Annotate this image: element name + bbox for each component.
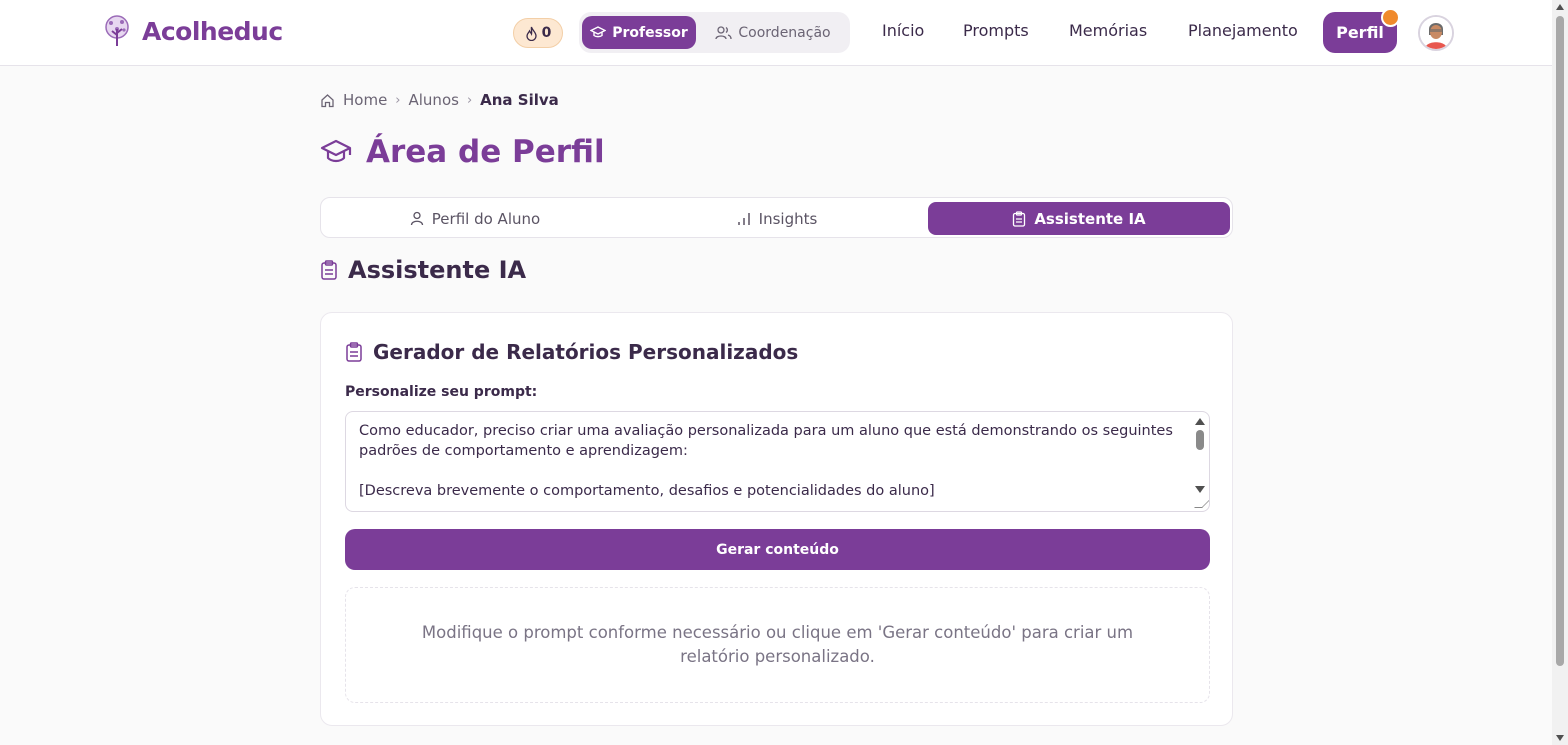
bar-chart-icon [737, 212, 750, 225]
users-icon [715, 25, 733, 39]
prompt-text-line: Como educador, preciso criar uma avaliaç… [359, 423, 1173, 459]
role-professor-button[interactable]: Professor [582, 16, 696, 49]
breadcrumb: Home › Alunos › Ana Silva [320, 91, 559, 109]
card-title-text: Gerador de Relatórios Personalizados [373, 340, 799, 364]
report-generator-card: Gerador de Relatórios Personalizados Per… [320, 312, 1233, 726]
chevron-right-icon: › [466, 92, 473, 108]
nav-memorias[interactable]: Memórias [1069, 21, 1147, 40]
top-header: Acolheduc 0 Professor Coordenação Início… [0, 0, 1552, 66]
tab-perfil-do-aluno[interactable]: Perfil do Aluno [325, 202, 625, 235]
nav-prompts[interactable]: Prompts [963, 21, 1029, 40]
clipboard-icon [346, 342, 362, 362]
chevron-right-icon: › [395, 92, 401, 108]
brand-logo[interactable]: Acolheduc [100, 13, 283, 49]
tab-label: Insights [758, 209, 818, 228]
clipboard-icon [321, 260, 337, 280]
tree-logo-icon [105, 15, 129, 46]
flame-icon [525, 26, 537, 41]
scroll-up-arrow-icon[interactable] [1556, 4, 1564, 10]
scroll-down-arrow-icon[interactable] [1195, 486, 1205, 493]
home-icon [321, 93, 334, 107]
result-placeholder-text: Modifique o prompt conforme necessário o… [421, 623, 1134, 666]
card-title: Gerador de Relatórios Personalizados [345, 340, 798, 364]
role-coordenacao-button[interactable]: Coordenação [703, 16, 843, 49]
user-avatar-icon [1420, 17, 1452, 49]
scroll-down-arrow-icon[interactable] [1556, 735, 1564, 741]
scroll-thumb[interactable] [1196, 430, 1204, 450]
page-title-text: Área de Perfil [366, 134, 605, 170]
role-coordenacao-label: Coordenação [738, 24, 831, 41]
breadcrumb-home[interactable]: Home [343, 91, 387, 109]
resize-handle-icon[interactable] [1194, 500, 1209, 508]
role-professor-label: Professor [612, 24, 688, 41]
profile-button-label: Perfil [1336, 23, 1384, 42]
tab-label: Perfil do Aluno [431, 209, 541, 228]
prompt-text-line: [Descreva brevemente o comportamento, de… [359, 483, 935, 499]
avatar[interactable] [1418, 15, 1454, 51]
user-icon [410, 211, 423, 226]
tab-label: Assistente IA [1034, 209, 1146, 228]
graduation-cap-icon [320, 139, 352, 163]
result-placeholder: Modifique o prompt conforme necessário o… [345, 587, 1210, 703]
graduation-cap-icon [590, 26, 607, 38]
notification-badge [1381, 8, 1400, 27]
scroll-up-arrow-icon[interactable] [1195, 418, 1205, 425]
breadcrumb-current: Ana Silva [480, 91, 559, 109]
scroll-thumb[interactable] [1556, 16, 1564, 666]
textarea-scrollbar[interactable] [1195, 416, 1205, 496]
section-title-text: Assistente IA [348, 256, 527, 284]
profile-button[interactable]: Perfil [1323, 8, 1400, 53]
profile-tabs: Perfil do Aluno Insights Assistente IA [320, 197, 1233, 238]
nav-planejamento[interactable]: Planejamento [1188, 21, 1298, 40]
nav-inicio[interactable]: Início [882, 21, 924, 40]
tab-insights[interactable]: Insights [627, 202, 927, 235]
prompt-textarea[interactable]: Como educador, preciso criar uma avaliaç… [345, 411, 1210, 512]
page-title: Área de Perfil [320, 134, 605, 170]
section-title: Assistente IA [320, 256, 526, 284]
streak-badge[interactable]: 0 [513, 18, 563, 48]
page-scrollbar[interactable] [1552, 0, 1568, 745]
generate-content-button[interactable]: Gerar conteúdo [345, 529, 1210, 570]
streak-count: 0 [541, 25, 552, 41]
breadcrumb-alunos[interactable]: Alunos [409, 91, 459, 109]
clipboard-icon [1013, 210, 1026, 227]
brand-name: Acolheduc [142, 16, 283, 46]
role-switch: Professor Coordenação [579, 12, 850, 53]
tab-assistente-ia[interactable]: Assistente IA [928, 202, 1230, 235]
prompt-label: Personalize seu prompt: [345, 384, 538, 400]
